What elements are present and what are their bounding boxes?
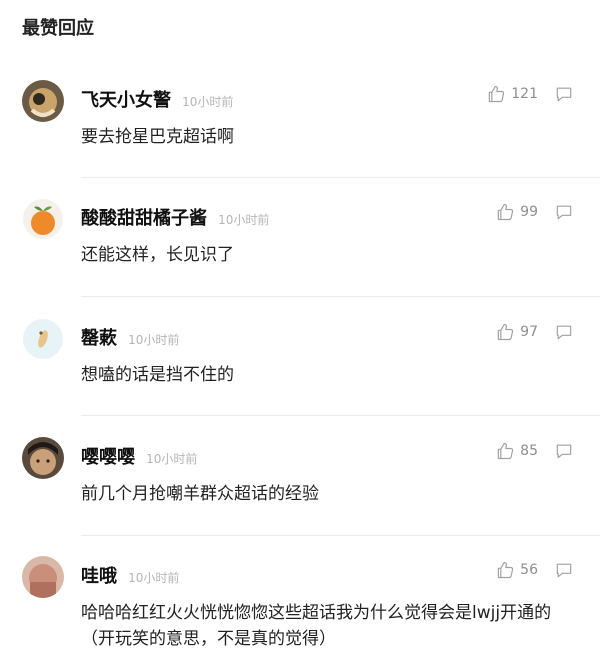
thumbs-up-icon: [497, 323, 514, 341]
timestamp: 10小时前: [128, 571, 180, 585]
timestamp: 10小时前: [146, 452, 198, 466]
comment-text: 哈哈哈红红火火恍恍惚惚这些超话我为什么觉得会是lwjj开通的（开玩笑的意思，不是…: [81, 603, 552, 649]
comment-text: 前几个月抢嘲羊群众超话的经验: [81, 484, 319, 504]
divider: [81, 296, 600, 297]
thumbs-up-icon: [497, 561, 514, 579]
divider: [81, 535, 600, 536]
comment-text: 想嗑的话是挡不住的: [81, 365, 234, 385]
like-count: 56: [520, 562, 538, 578]
like-count: 85: [520, 443, 538, 459]
username[interactable]: 飞天小女警: [81, 90, 171, 111]
comment-bubble-icon: [556, 205, 572, 220]
like-count: 99: [520, 204, 538, 220]
comment-item: 酸酸甜甜橘子酱 10小时前 99 还能这样，长见识了: [0, 198, 600, 298]
comment-header: 哇哦 10小时前: [81, 562, 179, 588]
username[interactable]: 哇哦: [81, 566, 117, 587]
like-button[interactable]: 121: [486, 84, 538, 104]
thumbs-up-icon: [497, 442, 514, 460]
comment-header: 飞天小女警 10小时前: [81, 86, 233, 112]
comment-bubble-icon: [556, 444, 572, 459]
thumbs-up-icon: [497, 203, 514, 221]
comment-header: 酸酸甜甜橘子酱 10小时前: [81, 204, 269, 230]
reply-button[interactable]: [554, 84, 574, 104]
like-button[interactable]: 97: [495, 322, 538, 342]
reply-button[interactable]: [554, 560, 574, 580]
comment-bubble-icon: [556, 87, 572, 102]
avatar[interactable]: [22, 437, 64, 479]
divider: [81, 415, 600, 416]
reply-button[interactable]: [554, 202, 574, 222]
like-count: 97: [520, 324, 538, 340]
reply-button[interactable]: [554, 441, 574, 461]
avatar[interactable]: [22, 80, 64, 122]
username[interactable]: 罄蔌: [81, 328, 117, 349]
section-title: 最赞回应: [22, 18, 94, 39]
thumbs-up-icon: [489, 85, 505, 103]
comment-header: 罄蔌 10小时前: [81, 324, 179, 350]
like-count: 121: [511, 86, 538, 102]
comment-actions: 85: [495, 441, 574, 461]
username[interactable]: 嘤嘤嘤: [81, 447, 135, 468]
avatar[interactable]: [22, 198, 64, 240]
comment-text: 要去抢星巴克超话啊: [81, 127, 234, 147]
avatar[interactable]: [22, 318, 64, 360]
comment-actions: 121: [486, 84, 574, 104]
comment-item: 罄蔌 10小时前 97 想嗑的话是挡不住的: [0, 318, 600, 418]
username[interactable]: 酸酸甜甜橘子酱: [81, 208, 207, 229]
timestamp: 10小时前: [128, 333, 180, 347]
comment-bubble-icon: [556, 325, 572, 340]
comment-header: 嘤嘤嘤 10小时前: [81, 443, 197, 469]
comment-text: 还能这样，长见识了: [81, 245, 234, 265]
comment-actions: 56: [495, 560, 574, 580]
comment-actions: 99: [495, 202, 574, 222]
like-button[interactable]: 56: [495, 560, 538, 580]
comment-actions: 97: [495, 322, 574, 342]
divider: [81, 177, 600, 178]
like-button[interactable]: 99: [495, 202, 538, 222]
avatar[interactable]: [22, 556, 64, 598]
timestamp: 10小时前: [182, 95, 234, 109]
timestamp: 10小时前: [218, 213, 270, 227]
comment-item: 哇哦 10小时前 56 哈哈哈红红火火恍恍惚惚这些超话我为什么觉得会是lwjj开…: [0, 556, 600, 670]
like-button[interactable]: 85: [495, 441, 538, 461]
comment-item: 嘤嘤嘤 10小时前 85 前几个月抢嘲羊群众超话的经验: [0, 437, 600, 537]
reply-button[interactable]: [554, 322, 574, 342]
comment-bubble-icon: [556, 563, 572, 578]
comment-item: 飞天小女警 10小时前 121 要去抢星巴克超话啊: [0, 80, 600, 180]
